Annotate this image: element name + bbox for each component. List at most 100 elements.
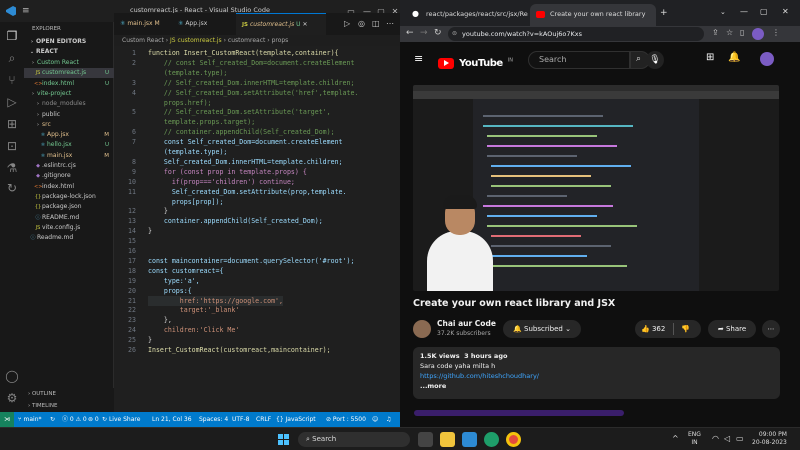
run-icon[interactable]: ▷ (344, 19, 350, 28)
breadcrumb-item[interactable]: props (272, 37, 289, 44)
close-icon[interactable]: ✕ (782, 7, 789, 16)
open-editors-section[interactable]: › OPEN EDITORS (24, 37, 114, 47)
file-item[interactable]: ◆ .gitignore (24, 171, 114, 181)
accounts-icon[interactable]: ☺ (372, 412, 378, 427)
channel-avatar[interactable] (413, 320, 431, 338)
code-line[interactable]: (template.type); (148, 147, 228, 157)
tab-search-icon[interactable]: ⌄ (720, 8, 726, 16)
code-line[interactable]: children:'Click Me' (148, 325, 239, 335)
file-item[interactable]: ⚛ hello.jsx U (24, 140, 114, 150)
site-info-icon[interactable]: ⊜ (452, 27, 457, 41)
taskbar-search[interactable]: ⌕ Search (298, 432, 410, 447)
profile-avatar[interactable] (752, 28, 764, 40)
code-line[interactable]: } (148, 226, 152, 236)
bookmark-star-icon[interactable]: ☆ (726, 28, 733, 37)
description-box[interactable]: 1.5K views 3 hours ago Sara code yaha mi… (413, 347, 780, 399)
code-line[interactable]: function Insert_CustomReact(template,con… (148, 48, 339, 58)
guide-menu-icon[interactable]: ≡ (414, 52, 423, 65)
file-item[interactable]: ⓘ README.md (24, 213, 114, 223)
extensions-icon[interactable]: ⊞ (4, 116, 20, 132)
code-line[interactable]: Insert_CustomReact(customreact,mainconta… (148, 345, 331, 355)
share-button[interactable]: ➦ Share (708, 320, 756, 338)
end-of-line[interactable]: CRLF (256, 412, 271, 427)
forward-icon[interactable]: → (420, 28, 428, 38)
folder-item[interactable]: › node_modules (24, 99, 114, 109)
subscribed-button[interactable]: 🔔 Subscribed ⌄ (503, 320, 581, 338)
volume-icon[interactable]: ◁ (724, 434, 730, 443)
folder-item[interactable]: › public (24, 110, 114, 120)
code-line[interactable]: props.href); (148, 98, 212, 108)
folder-item[interactable]: › Custom React (24, 58, 114, 68)
run-debug-icon[interactable]: ▷ (4, 94, 20, 110)
task-view-icon[interactable] (418, 432, 433, 447)
create-icon[interactable]: ⊞ (706, 52, 714, 63)
code-line[interactable]: props:{ (148, 286, 192, 296)
reload-icon[interactable]: ↻ (434, 28, 442, 38)
wifi-icon[interactable]: ◠ (712, 434, 719, 443)
more-actions-icon[interactable]: ⋯ (386, 19, 394, 28)
code-line[interactable]: // const Self_created_Dom=document.creat… (148, 58, 355, 68)
outline-section[interactable]: › OUTLINE (24, 388, 114, 400)
side-panel-icon[interactable]: ▯ (740, 28, 744, 37)
video-player[interactable] (413, 85, 779, 291)
maximize-icon[interactable]: ▢ (760, 7, 768, 16)
file-item[interactable]: ⓘ Readme.md (24, 233, 114, 243)
live-share-status[interactable]: ↻ Live Share (102, 412, 140, 427)
code-line[interactable]: const Self_created_Dom=document.createEl… (148, 137, 343, 147)
indentation[interactable]: Spaces: 4 (199, 412, 228, 427)
testing-icon[interactable]: ⚗ (4, 160, 20, 176)
file-item[interactable]: JS customreact.js U (24, 68, 114, 79)
tab-customreact-js[interactable]: JS customreact.js U ✕ (236, 13, 326, 35)
back-icon[interactable]: ← (406, 28, 414, 38)
like-button[interactable]: 👍 362 (641, 320, 665, 338)
channel-name[interactable]: Chai aur Code (437, 319, 496, 328)
code-line[interactable]: } (148, 335, 152, 345)
files-icon[interactable]: ❐ (4, 28, 20, 44)
code-line[interactable]: if(prop==='children') continue; (148, 177, 295, 187)
file-explorer-icon[interactable] (440, 432, 455, 447)
search-icon[interactable]: ⌕ (4, 50, 20, 66)
code-line[interactable]: const customreact={ (148, 266, 223, 276)
code-line[interactable]: (template.type); (148, 68, 228, 78)
account-icon[interactable]: ◯ (4, 368, 20, 384)
live-server-port[interactable]: ⊘ Port : 5500 (326, 412, 366, 427)
breadcrumb-item[interactable]: customreact (228, 37, 265, 44)
code-line[interactable]: href:'https://google.com', (148, 295, 283, 306)
sync-icon[interactable]: ↻ (50, 412, 55, 427)
battery-icon[interactable]: ▭ (736, 434, 744, 443)
tab-app-jsx[interactable]: ⚛ App.jsx (172, 13, 236, 35)
code-line[interactable]: container.appendChild(Self_created_Dom); (148, 216, 323, 226)
code-line[interactable]: // container.appendChild(Self_created_Do… (148, 127, 335, 137)
ports-indicator[interactable]: ⊚ 0 (88, 412, 99, 427)
edge-icon[interactable] (484, 432, 499, 447)
workspace-section[interactable]: ⌄ REACT (24, 47, 114, 57)
file-item[interactable]: ⚛ App.jsx M (24, 130, 114, 140)
tray-overflow-icon[interactable]: ^ (672, 434, 679, 443)
voice-search-icon[interactable]: 🎙 (646, 51, 664, 69)
file-item[interactable]: {}package.json (24, 202, 114, 212)
code-line[interactable]: } (148, 206, 168, 216)
cursor-position[interactable]: Ln 21, Col 36 (152, 412, 192, 427)
language-indicator[interactable]: ENG IN (688, 431, 701, 447)
browser-tab-youtube[interactable]: Create your own react library (530, 4, 656, 26)
menu-icon[interactable]: ≡ (22, 6, 30, 16)
new-tab-icon[interactable]: + (660, 8, 668, 18)
address-bar[interactable]: ⊜ youtube.com/watch?v=kAOuj6o7Kxs (448, 27, 704, 41)
code-line[interactable]: props[prop]); (148, 197, 224, 207)
timeline-section[interactable]: › TIMELINE (24, 400, 114, 412)
search-input[interactable]: Search (528, 51, 630, 69)
minimize-icon[interactable]: — (740, 7, 748, 16)
tab-close-icon[interactable]: ✕ (302, 21, 307, 28)
breadcrumb-item[interactable]: Custom React (122, 37, 164, 44)
folder-item[interactable]: › src (24, 120, 114, 130)
vscode-taskbar-icon[interactable] (462, 432, 477, 447)
branch-indicator[interactable]: ⑂ main* (18, 412, 42, 427)
file-item[interactable]: <>index.html (24, 182, 114, 192)
file-item[interactable]: ◆ .eslintrc.cjs (24, 161, 114, 171)
code-line[interactable]: // Self_created_Dom.innerHTML=template.c… (148, 78, 355, 88)
code-editor[interactable]: 1 function Insert_CustomReact(template,co… (114, 46, 400, 412)
file-item[interactable]: {}package-lock.json (24, 192, 114, 202)
split-editor-icon[interactable]: ◫ (372, 19, 380, 28)
code-line[interactable]: type:'a', (148, 276, 200, 286)
browser-tab-github[interactable]: ● react/packages/react/src/jsx/Rea (406, 4, 528, 26)
